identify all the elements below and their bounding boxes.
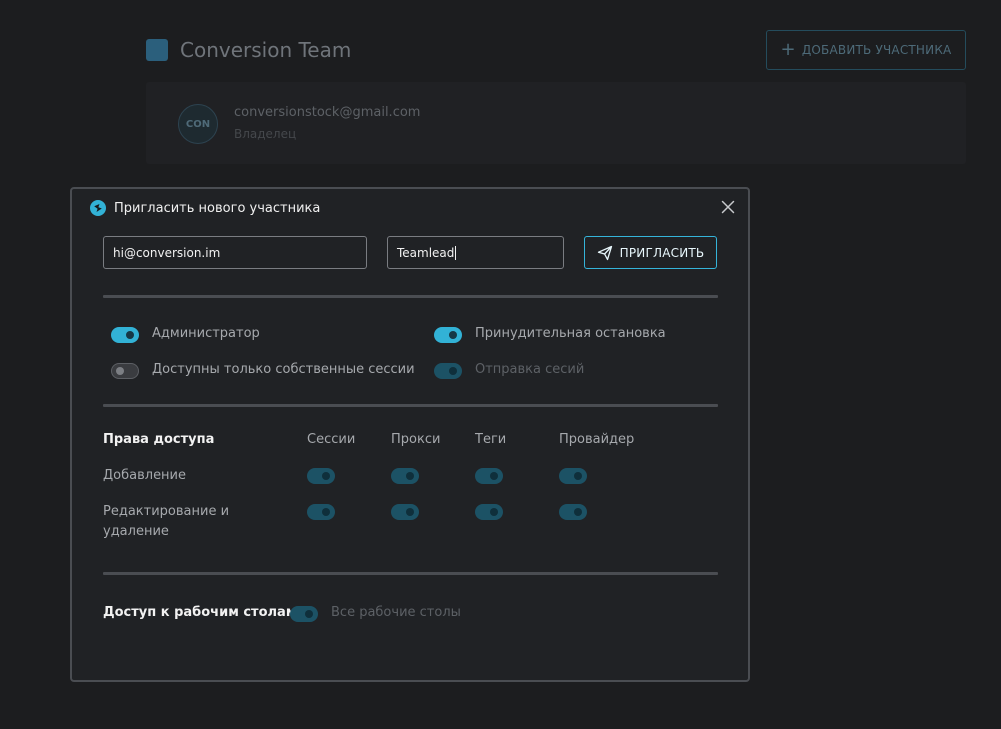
team-name: Conversion Team (180, 38, 352, 62)
member-role: Владелец (234, 127, 297, 141)
member-card: CON conversionstock@gmail.com Владелец (146, 82, 966, 164)
modal-header: Пригласить нового участника (90, 200, 320, 216)
invite-label: ПРИГЛАСИТЬ (619, 245, 705, 260)
avatar: CON (178, 104, 218, 144)
row-label-edit: Редактирование и удаление (103, 504, 230, 539)
toggle-send-sessions[interactable] (434, 363, 462, 379)
column-provider: Провайдер (559, 432, 635, 447)
column-tags: Теги (475, 432, 507, 447)
toggle-force-stop[interactable] (434, 327, 462, 343)
page-header: Conversion Team (146, 38, 351, 62)
label-send-sessions: Отправка сесий (475, 362, 585, 377)
send-icon (597, 245, 612, 260)
toggle-edit-sessions[interactable] (307, 504, 335, 520)
add-member-button[interactable]: + ДОБАВИТЬ УЧАСТНИКА (766, 30, 966, 70)
row-label-add: Добавление (103, 468, 187, 483)
toggle-admin[interactable] (111, 327, 139, 343)
role-field[interactable]: Teamlead (387, 236, 564, 269)
toggle-edit-provider[interactable] (559, 504, 587, 520)
label-own-sessions: Доступны только собственные сессии (152, 362, 415, 377)
column-sessions: Сессии (307, 432, 356, 447)
divider (103, 572, 718, 575)
label-all-desktops: Все рабочие столы (331, 605, 461, 620)
toggle-own-sessions[interactable] (111, 363, 139, 379)
divider (103, 295, 718, 298)
permissions-title: Права доступа (103, 432, 215, 447)
toggle-all-desktops[interactable] (290, 606, 318, 622)
column-proxies: Прокси (391, 432, 441, 447)
close-icon[interactable] (720, 199, 736, 215)
modal-title: Пригласить нового участника (114, 200, 321, 216)
toggle-add-provider[interactable] (559, 468, 587, 484)
toggle-add-proxies[interactable] (391, 468, 419, 484)
email-field[interactable]: hi@conversion.im (103, 236, 367, 269)
plus-icon: + (780, 39, 796, 60)
toggle-add-sessions[interactable] (307, 468, 335, 484)
invite-button[interactable]: ПРИГЛАСИТЬ (584, 236, 717, 269)
desktops-title: Доступ к рабочим столам (103, 605, 297, 620)
member-email: conversionstock@gmail.com (234, 105, 421, 120)
toggle-edit-tags[interactable] (475, 504, 503, 520)
logo-icon (90, 200, 106, 216)
divider (103, 404, 718, 407)
toggle-edit-proxies[interactable] (391, 504, 419, 520)
label-force-stop: Принудительная остановка (475, 326, 666, 341)
add-member-label: ДОБАВИТЬ УЧАСТНИКА (801, 43, 952, 57)
team-color-swatch (146, 39, 168, 61)
invite-modal: Пригласить нового участника hi@conversio… (70, 187, 750, 682)
toggle-add-tags[interactable] (475, 468, 503, 484)
label-admin: Администратор (152, 326, 260, 341)
